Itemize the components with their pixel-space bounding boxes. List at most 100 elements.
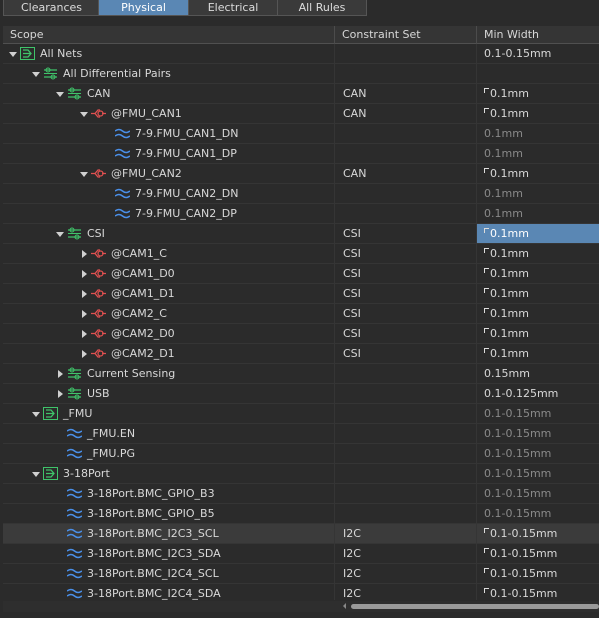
min-width-cell[interactable]: 0.1mm	[477, 284, 599, 303]
table-row[interactable]: CSI CSI 0.1mm	[3, 224, 599, 244]
constraint-set-cell[interactable]	[335, 64, 477, 83]
min-width-cell[interactable]: 0.1-0.15mm	[477, 44, 599, 63]
table-row[interactable]: 7-9.FMU_CAN2_DP 0.1mm	[3, 204, 599, 224]
table-row[interactable]: 3-18Port 0.1-0.15mm	[3, 464, 599, 484]
min-width-cell[interactable]: 0.1mm	[477, 124, 599, 143]
scope-cell[interactable]: All Differential Pairs	[3, 64, 335, 83]
table-row[interactable]: 3-18Port.BMC_GPIO_B5 0.1-0.15mm	[3, 504, 599, 524]
collapse-arrow-icon[interactable]	[80, 112, 88, 117]
scope-cell[interactable]: USB	[3, 384, 335, 403]
constraint-set-cell[interactable]: I2C	[335, 544, 477, 563]
table-row[interactable]: _FMU 0.1-0.15mm	[3, 404, 599, 424]
table-row[interactable]: @CAM2_D1 CSI 0.1mm	[3, 344, 599, 364]
constraint-set-cell[interactable]	[335, 424, 477, 443]
constraint-set-cell[interactable]: CSI	[335, 344, 477, 363]
column-constraint-set[interactable]: Constraint Set	[335, 26, 477, 44]
collapse-arrow-icon[interactable]	[80, 172, 88, 177]
table-row[interactable]: 3-18Port.BMC_I2C4_SCL I2C 0.1-0.15mm	[3, 564, 599, 584]
min-width-cell[interactable]: 0.1mm	[477, 144, 599, 163]
collapse-arrow-icon[interactable]	[56, 232, 64, 237]
tab-clearances[interactable]: Clearances	[3, 0, 100, 16]
constraint-set-cell[interactable]: CAN	[335, 164, 477, 183]
table-row[interactable]: @CAM2_D0 CSI 0.1mm	[3, 324, 599, 344]
table-row[interactable]: @FMU_CAN2 CAN 0.1mm	[3, 164, 599, 184]
scope-cell[interactable]: @CAM2_C	[3, 304, 335, 323]
constraint-set-cell[interactable]: CAN	[335, 104, 477, 123]
min-width-cell[interactable]: 0.15mm	[477, 364, 599, 383]
table-row[interactable]: 7-9.FMU_CAN1_DP 0.1mm	[3, 144, 599, 164]
constraint-set-cell[interactable]	[335, 124, 477, 143]
min-width-cell[interactable]: 0.1mm	[477, 304, 599, 323]
constraint-set-cell[interactable]: CAN	[335, 84, 477, 103]
table-row[interactable]: @FMU_CAN1 CAN 0.1mm	[3, 104, 599, 124]
constraint-set-cell[interactable]	[335, 484, 477, 503]
tab-electrical[interactable]: Electrical	[188, 0, 278, 16]
min-width-cell[interactable]: 0.1-0.15mm	[477, 564, 599, 583]
constraint-set-cell[interactable]	[335, 384, 477, 403]
scope-cell[interactable]: 3-18Port	[3, 464, 335, 483]
min-width-cell[interactable]: 0.1mm	[477, 244, 599, 263]
scope-cell[interactable]: @CAM1_D1	[3, 284, 335, 303]
constraint-set-cell[interactable]	[335, 364, 477, 383]
scope-cell[interactable]: 3-18Port.BMC_GPIO_B5	[3, 504, 335, 523]
min-width-cell[interactable]: 0.1mm	[477, 264, 599, 283]
expand-arrow-icon[interactable]	[82, 350, 87, 358]
min-width-cell[interactable]: 0.1mm	[477, 344, 599, 363]
constraint-set-cell[interactable]	[335, 204, 477, 223]
scope-cell[interactable]: CSI	[3, 224, 335, 243]
scope-cell[interactable]: 3-18Port.BMC_I2C3_SDA	[3, 544, 335, 563]
scope-cell[interactable]: @CAM2_D1	[3, 344, 335, 363]
collapse-arrow-icon[interactable]	[56, 92, 64, 97]
min-width-cell[interactable]	[477, 64, 599, 83]
scope-cell[interactable]: 7-9.FMU_CAN1_DN	[3, 124, 335, 143]
horizontal-scrollbar-thumb[interactable]	[351, 604, 599, 609]
min-width-cell[interactable]: 0.1-0.15mm	[477, 444, 599, 463]
table-row[interactable]: All Nets 0.1-0.15mm	[3, 44, 599, 64]
collapse-arrow-icon[interactable]	[32, 412, 40, 417]
constraint-set-cell[interactable]: I2C	[335, 524, 477, 543]
constraint-set-cell[interactable]	[335, 184, 477, 203]
tab-physical[interactable]: Physical	[98, 0, 189, 16]
table-row[interactable]: _FMU.EN 0.1-0.15mm	[3, 424, 599, 444]
collapse-arrow-icon[interactable]	[9, 52, 17, 57]
scope-cell[interactable]: @CAM2_D0	[3, 324, 335, 343]
constraint-set-cell[interactable]: CSI	[335, 224, 477, 243]
scope-cell[interactable]: 7-9.FMU_CAN2_DP	[3, 204, 335, 223]
collapse-arrow-icon[interactable]	[32, 72, 40, 77]
min-width-cell[interactable]: 0.1mm	[477, 324, 599, 343]
collapse-arrow-icon[interactable]	[32, 472, 40, 477]
table-row[interactable]: 7-9.FMU_CAN1_DN 0.1mm	[3, 124, 599, 144]
expand-arrow-icon[interactable]	[82, 330, 87, 338]
column-scope[interactable]: Scope	[3, 26, 335, 44]
scope-cell[interactable]: _FMU.EN	[3, 424, 335, 443]
table-row[interactable]: Current Sensing 0.15mm	[3, 364, 599, 384]
scope-cell[interactable]: @CAM1_C	[3, 244, 335, 263]
table-row[interactable]: @CAM1_D1 CSI 0.1mm	[3, 284, 599, 304]
expand-arrow-icon[interactable]	[58, 370, 63, 378]
min-width-cell[interactable]: 0.1-0.15mm	[477, 524, 599, 543]
scope-cell[interactable]: _FMU	[3, 404, 335, 423]
min-width-cell[interactable]: 0.1-0.15mm	[477, 544, 599, 563]
table-row[interactable]: 3-18Port.BMC_I2C3_SCL I2C 0.1-0.15mm	[3, 524, 599, 544]
min-width-cell[interactable]: 0.1-0.15mm	[477, 504, 599, 523]
scope-cell[interactable]: 3-18Port.BMC_GPIO_B3	[3, 484, 335, 503]
scope-cell[interactable]: All Nets	[3, 44, 335, 63]
scope-cell[interactable]: 3-18Port.BMC_I2C3_SCL	[3, 524, 335, 543]
table-row[interactable]: @CAM1_C CSI 0.1mm	[3, 244, 599, 264]
table-row[interactable]: 7-9.FMU_CAN2_DN 0.1mm	[3, 184, 599, 204]
constraint-set-cell[interactable]	[335, 504, 477, 523]
min-width-cell[interactable]: 0.1mm	[477, 204, 599, 223]
min-width-cell[interactable]: 0.1-0.15mm	[477, 584, 599, 600]
expand-arrow-icon[interactable]	[82, 310, 87, 318]
min-width-cell[interactable]: 0.1-0.15mm	[477, 424, 599, 443]
constraint-set-cell[interactable]	[335, 404, 477, 423]
table-row[interactable]: CAN CAN 0.1mm	[3, 84, 599, 104]
scope-cell[interactable]: 7-9.FMU_CAN2_DN	[3, 184, 335, 203]
expand-arrow-icon[interactable]	[58, 390, 63, 398]
table-row[interactable]: All Differential Pairs	[3, 64, 599, 84]
scroll-left-arrow-icon[interactable]	[343, 603, 346, 609]
min-width-cell[interactable]: 0.1-0.15mm	[477, 404, 599, 423]
scope-cell[interactable]: 3-18Port.BMC_I2C4_SCL	[3, 564, 335, 583]
table-row[interactable]: @CAM2_C CSI 0.1mm	[3, 304, 599, 324]
scope-cell[interactable]: 7-9.FMU_CAN1_DP	[3, 144, 335, 163]
